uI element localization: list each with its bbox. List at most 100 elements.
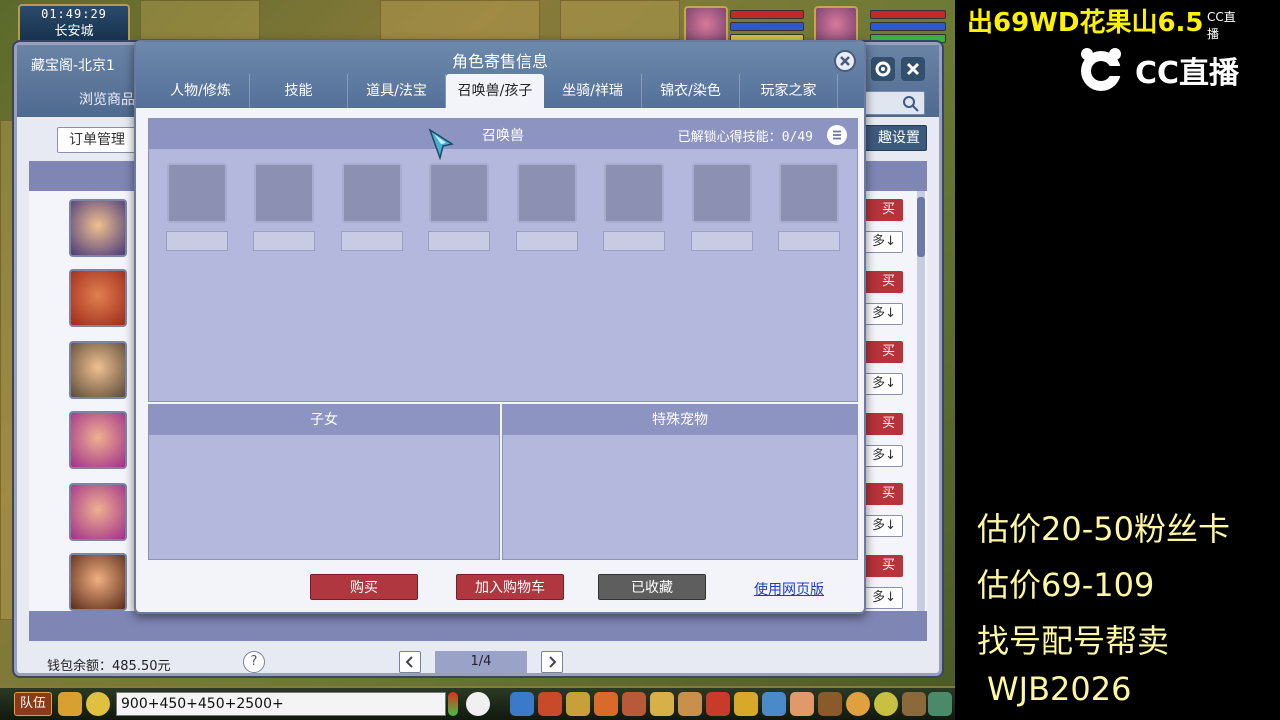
dialog-tabs: 人物/修炼 技能 道具/法宝 召唤兽/孩子 坐骑/祥瑞 锦衣/染色 玩家之家 [152,74,838,108]
role-avatar[interactable] [69,411,127,469]
unlocked-skills-count: 0/49 [781,130,813,145]
pet-icon[interactable] [650,692,674,716]
children-panel: 子女 [148,404,500,560]
pet-panel: 召唤兽 已解锁心得技能：0/49 [148,118,858,402]
item-icon[interactable] [538,692,562,716]
scene-roof-tile [140,0,260,40]
buy-button[interactable]: 购买 [310,574,418,600]
microphone-icon[interactable] [58,692,82,716]
favorited-button[interactable]: 已收藏 [598,574,706,600]
pet-slot[interactable] [779,163,839,223]
scene-roof-tile [380,0,540,40]
chat-input[interactable]: 900+450+450+2500+ [116,692,446,716]
pet-slot[interactable] [342,163,402,223]
role-avatar[interactable] [69,269,127,327]
craft-icon[interactable] [818,692,842,716]
cbg-settings-button[interactable]: 趣设置 [857,125,927,151]
action-icon[interactable] [846,692,870,716]
role-avatar[interactable] [69,553,127,611]
close-icon[interactable] [901,57,925,81]
attack-icon[interactable] [510,692,534,716]
next-page-button[interactable] [541,651,563,673]
tab-skills[interactable]: 技能 [250,74,348,108]
tab-items[interactable]: 道具/法宝 [348,74,446,108]
player-mp-bar [730,22,804,31]
pet-slot-label [603,231,665,251]
give-icon[interactable] [566,692,590,716]
pet-slot[interactable] [692,163,752,223]
special-pet-panel: 特殊宠物 [502,404,858,560]
wallet-balance: 钱包余额：485.50元 [47,659,171,674]
game-bottom-bar: 队伍 900+450+450+2500+ [0,686,955,720]
role-avatar[interactable] [69,483,127,541]
chevron-right-icon [549,656,557,668]
gear-icon[interactable] [871,57,895,81]
pet-slot[interactable] [254,163,314,223]
task-icon[interactable] [678,692,702,716]
stream-note: WJB2026 [987,670,1132,708]
special-pet-panel-title: 特殊宠物 [503,405,857,435]
chevron-left-icon [405,656,413,668]
dialog-title: 角色寄售信息 [451,52,548,71]
pet-slot-label [778,231,840,251]
stream-title: 出69WD花果山6.5 [967,8,1204,38]
cbg-browse-tab[interactable]: 浏览商品 [79,89,135,109]
help-icon[interactable]: ? [243,651,265,673]
trade-icon[interactable] [594,692,618,716]
player-hp-bar [730,10,804,19]
cc-logo-text: CC直播 [1135,56,1240,91]
game-scene: 01:49:29 长安城 藏宝阁-北京1 浏览商品 订单管理 趣设置 买 多↓ … [0,0,955,720]
tab-outfits[interactable]: 锦衣/染色 [642,74,740,108]
prev-page-button[interactable] [399,651,421,673]
clock-time: 01:49:29 [41,7,107,21]
stream-overlay: 出69WD花果山6.5 CC直播 CC直播 估价20-50粉丝卡 估价69-10… [955,0,1280,720]
map-icon[interactable] [790,692,814,716]
unlocked-skills-label: 已解锁心得技能： [677,130,782,145]
cc-live-logo: CC直播 CC直播 [1073,10,1243,96]
current-city: 长安城 [54,24,94,39]
cc-mini-watermark: CC直播 [1207,10,1236,41]
smile-icon[interactable] [874,692,898,716]
close-icon [840,56,850,66]
children-panel-title: 子女 [149,405,499,435]
pet-slot-label [253,231,315,251]
team-button[interactable]: 队伍 [14,692,52,716]
cbg-scrollbar[interactable] [917,191,925,611]
pet-slot-label [516,231,578,251]
role-avatar[interactable] [69,341,127,399]
tab-mounts[interactable]: 坐骑/祥瑞 [544,74,642,108]
stream-note: 估价20-50粉丝卡 [977,510,1230,548]
pet-mp-bar [870,22,946,31]
pet-slot[interactable] [517,163,577,223]
volume-level-icon [448,692,458,716]
dialog-close-button[interactable] [834,50,856,72]
friends-icon[interactable] [762,692,786,716]
pet-slot-label [341,231,403,251]
tab-pets-children[interactable]: 召唤兽/孩子 [446,74,544,108]
pet-slot[interactable] [604,163,664,223]
pet-slot[interactable] [167,163,227,223]
tab-character[interactable]: 人物/修炼 [152,74,250,108]
order-management-button[interactable]: 订单管理 [57,127,137,153]
cc-logo-icon [1081,48,1123,91]
emoji-icon[interactable] [86,692,110,716]
menu-icon[interactable] [827,125,847,145]
unlocked-skills: 已解锁心得技能：0/49 [678,126,813,145]
scrollbar-thumb[interactable] [917,197,925,257]
pet-helper-icon[interactable] [466,692,490,716]
team-icon[interactable] [622,692,646,716]
system-icon[interactable] [902,692,926,716]
computer-icon[interactable] [928,692,952,716]
add-to-cart-button[interactable]: 加入购物车 [456,574,564,600]
quick-icon[interactable] [734,692,758,716]
tab-player-home[interactable]: 玩家之家 [740,74,838,108]
role-avatar[interactable] [69,199,127,257]
pet-slot[interactable] [429,163,489,223]
use-web-version-link[interactable]: 使用网页版 [754,579,824,599]
scene-roof-tile [560,0,680,40]
cursor-icon [428,128,454,160]
cbg-title: 藏宝阁-北京1 [31,58,115,74]
gang-icon[interactable] [706,692,730,716]
search-icon [903,96,919,112]
cbg-table-footer [29,611,927,641]
